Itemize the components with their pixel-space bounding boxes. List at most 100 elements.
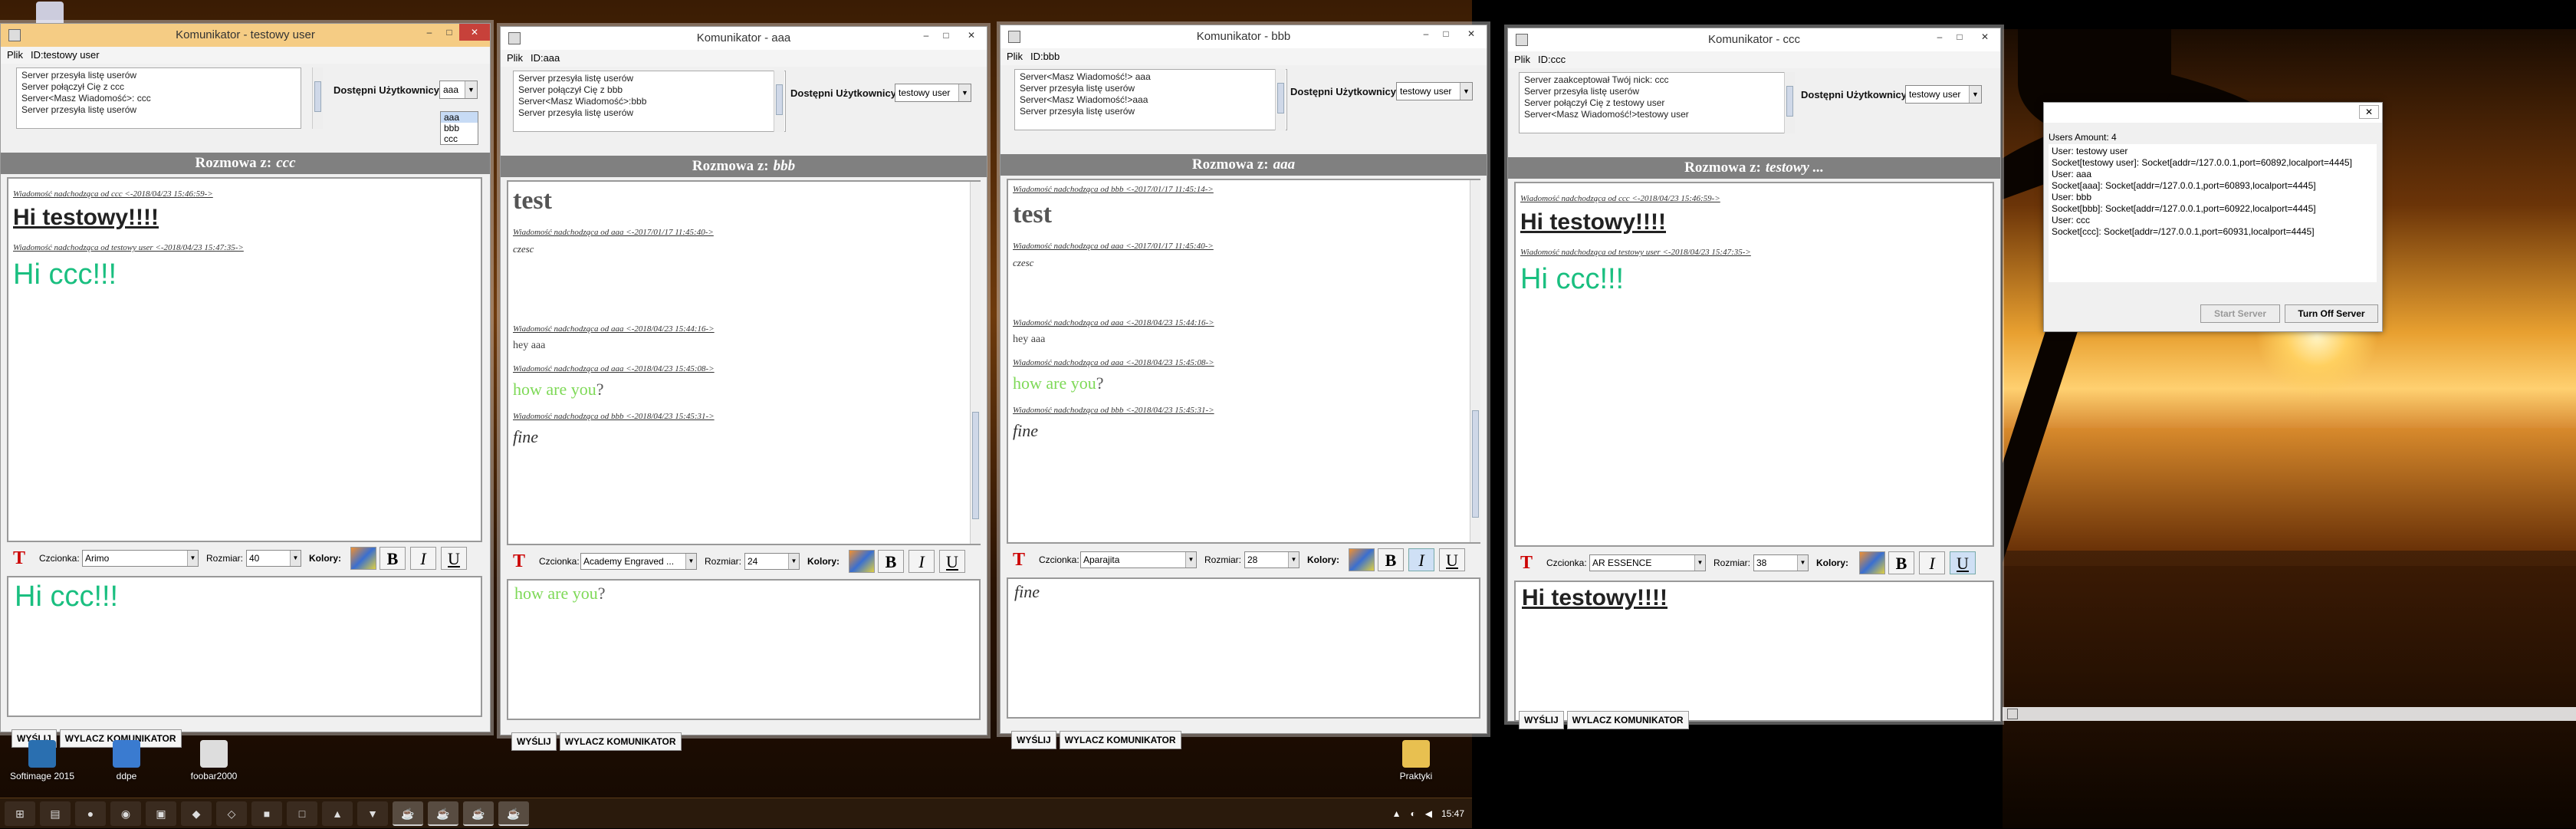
minimize-button[interactable]: – <box>419 24 439 41</box>
window-titlebar[interactable] <box>2044 103 2382 123</box>
send-button[interactable]: WYŚLIJ <box>511 732 557 751</box>
dropdown-option[interactable]: bbb <box>441 123 478 133</box>
chrome-icon[interactable]: ◉ <box>110 801 141 826</box>
scrollbar[interactable] <box>312 67 323 129</box>
app-icon[interactable]: ▼ <box>357 801 388 826</box>
window-titlebar[interactable]: Komunikator - testowy user – □ ✕ <box>1 24 490 47</box>
chat-scrollbar[interactable] <box>970 182 981 544</box>
desktop-icon-foobar[interactable]: foobar2000 <box>179 740 248 781</box>
underline-button[interactable]: U <box>441 547 467 570</box>
italic-button[interactable]: I <box>410 547 436 570</box>
users-combo[interactable]: testowy user ▼ <box>895 84 971 102</box>
chat-area[interactable]: Wiadomość nadchodząca od bbb <-2017/01/1… <box>1007 179 1480 544</box>
bold-button[interactable]: B <box>380 547 406 570</box>
minimize-button[interactable]: – <box>916 27 936 44</box>
java-app-icon[interactable]: ☕ <box>393 801 423 826</box>
desktop-icon-praktyki[interactable]: Praktyki <box>1382 740 1451 781</box>
chat-area[interactable]: Wiadomość nadchodząca od ccc <-2018/04/2… <box>7 177 482 542</box>
color-palette-button[interactable] <box>350 547 376 570</box>
underline-button[interactable]: U <box>1439 548 1465 571</box>
server-log-list[interactable]: Server przesyła listę userów Server połąc… <box>513 71 786 132</box>
users-socket-list[interactable]: User: testowy user Socket[testowy user]:… <box>2049 144 2377 282</box>
shutdown-button[interactable]: WYLACZ KOMUNIKATOR <box>559 732 682 751</box>
close-button[interactable]: ✕ <box>2359 105 2379 119</box>
desktop-icon-ddpe[interactable]: ddpe <box>92 740 161 781</box>
size-select[interactable]: 28 ▼ <box>1244 551 1300 568</box>
app-icon[interactable]: ◆ <box>181 801 212 826</box>
maximize-button[interactable]: □ <box>936 27 956 44</box>
message-input[interactable]: how are you? <box>507 579 981 720</box>
menu-plik[interactable]: Plik <box>1007 51 1023 62</box>
close-button[interactable]: ✕ <box>459 24 490 41</box>
start-icon[interactable]: ⊞ <box>5 801 35 826</box>
shutdown-button[interactable]: WYLACZ KOMUNIKATOR <box>1059 731 1181 749</box>
firefox-icon[interactable]: ● <box>75 801 106 826</box>
bold-button[interactable]: B <box>1378 548 1404 571</box>
explorer-icon[interactable]: ▤ <box>40 801 71 826</box>
close-button[interactable]: ✕ <box>956 27 987 44</box>
window-titlebar[interactable]: Komunikator - ccc – □ ✕ <box>1508 28 2000 51</box>
font-select[interactable]: Aparajita ▼ <box>1080 551 1197 568</box>
users-combo[interactable]: aaa ▼ <box>439 81 478 99</box>
font-select[interactable]: Academy Engraved ... ▼ <box>580 553 697 570</box>
bold-button[interactable]: B <box>1888 551 1914 574</box>
app-icon[interactable]: □ <box>287 801 317 826</box>
bold-button[interactable]: B <box>878 550 904 573</box>
dropdown-option[interactable]: ccc <box>441 133 478 144</box>
message-input[interactable]: fine <box>1007 577 1480 719</box>
close-button[interactable]: ✕ <box>1970 28 2000 45</box>
size-select[interactable]: 38 ▼ <box>1753 554 1809 571</box>
color-palette-button[interactable] <box>1859 551 1885 574</box>
underline-button[interactable]: U <box>939 550 965 573</box>
window-titlebar[interactable]: Komunikator - bbb – □ ✕ <box>1001 25 1487 48</box>
send-button[interactable]: WYŚLIJ <box>1011 731 1056 749</box>
size-select[interactable]: 40 ▼ <box>246 550 301 567</box>
start-server-button[interactable]: Start Server <box>2200 304 2280 323</box>
network-icon[interactable]: ◐ <box>1410 808 1415 819</box>
clock[interactable]: 15:47 <box>1441 808 1464 819</box>
italic-button[interactable]: I <box>1408 548 1434 571</box>
color-palette-button[interactable] <box>1349 548 1375 571</box>
window-titlebar[interactable]: Komunikator - aaa – □ ✕ <box>501 27 987 50</box>
color-palette-button[interactable] <box>849 550 875 573</box>
server-log-list[interactable]: Server zaakceptował Twój nick: ccc Server… <box>1519 72 1795 133</box>
menu-plik[interactable]: Plik <box>1514 54 1530 65</box>
maximize-button[interactable]: □ <box>439 24 459 41</box>
server-log-list[interactable]: Server<Masz Wiadomość!> aaa Server przesy… <box>1014 69 1287 130</box>
scrollbar[interactable] <box>774 71 784 132</box>
turn-off-server-button[interactable]: Turn Off Server <box>2285 304 2378 323</box>
minimize-button[interactable]: – <box>1416 25 1436 42</box>
scrollbar[interactable] <box>1275 69 1286 130</box>
size-select[interactable]: 24 ▼ <box>744 553 800 570</box>
chat-scrollbar[interactable] <box>1470 180 1480 542</box>
italic-button[interactable]: I <box>1919 551 1945 574</box>
chat-area[interactable]: test Wiadomość nadchodząca od aaa <-2017… <box>507 180 981 545</box>
users-combo[interactable]: testowy user ▼ <box>1905 85 1982 104</box>
java-app-icon[interactable]: ☕ <box>428 801 458 826</box>
scrollbar[interactable] <box>1784 72 1795 133</box>
underline-button[interactable]: U <box>1950 551 1976 574</box>
shutdown-button[interactable]: WYLACZ KOMUNIKATOR <box>1566 711 1689 729</box>
send-button[interactable]: WYŚLIJ <box>1519 711 1564 729</box>
message-input[interactable]: Hi testowy!!!! <box>1514 581 1994 722</box>
maximize-button[interactable]: □ <box>1950 28 1970 45</box>
dropdown-option[interactable]: aaa <box>441 112 478 123</box>
terminal-icon[interactable]: ▣ <box>146 801 176 826</box>
app-icon[interactable]: ◇ <box>216 801 247 826</box>
maximize-button[interactable]: □ <box>1436 25 1456 42</box>
java-app-icon[interactable]: ☕ <box>498 801 529 826</box>
close-button[interactable]: ✕ <box>1456 25 1487 42</box>
app-icon[interactable] <box>2007 709 2018 719</box>
menu-plik[interactable]: Plik <box>507 52 523 64</box>
java-app-icon[interactable]: ☕ <box>463 801 494 826</box>
tray-arrow-icon[interactable]: ▲ <box>1392 808 1401 819</box>
message-input[interactable]: Hi ccc!!! <box>7 576 482 717</box>
app-icon[interactable]: ■ <box>251 801 282 826</box>
menu-plik[interactable]: Plik <box>7 49 23 61</box>
desktop-icon-softimage[interactable]: Softimage 2015 <box>8 740 77 781</box>
server-log-list[interactable]: Server przesyła listę userów Server połąc… <box>16 67 301 129</box>
font-select[interactable]: AR ESSENCE ▼ <box>1589 554 1706 571</box>
volume-icon[interactable]: ◀ <box>1425 808 1432 819</box>
users-dropdown-list[interactable]: aaa bbb ccc <box>440 111 478 145</box>
italic-button[interactable]: I <box>909 550 935 573</box>
